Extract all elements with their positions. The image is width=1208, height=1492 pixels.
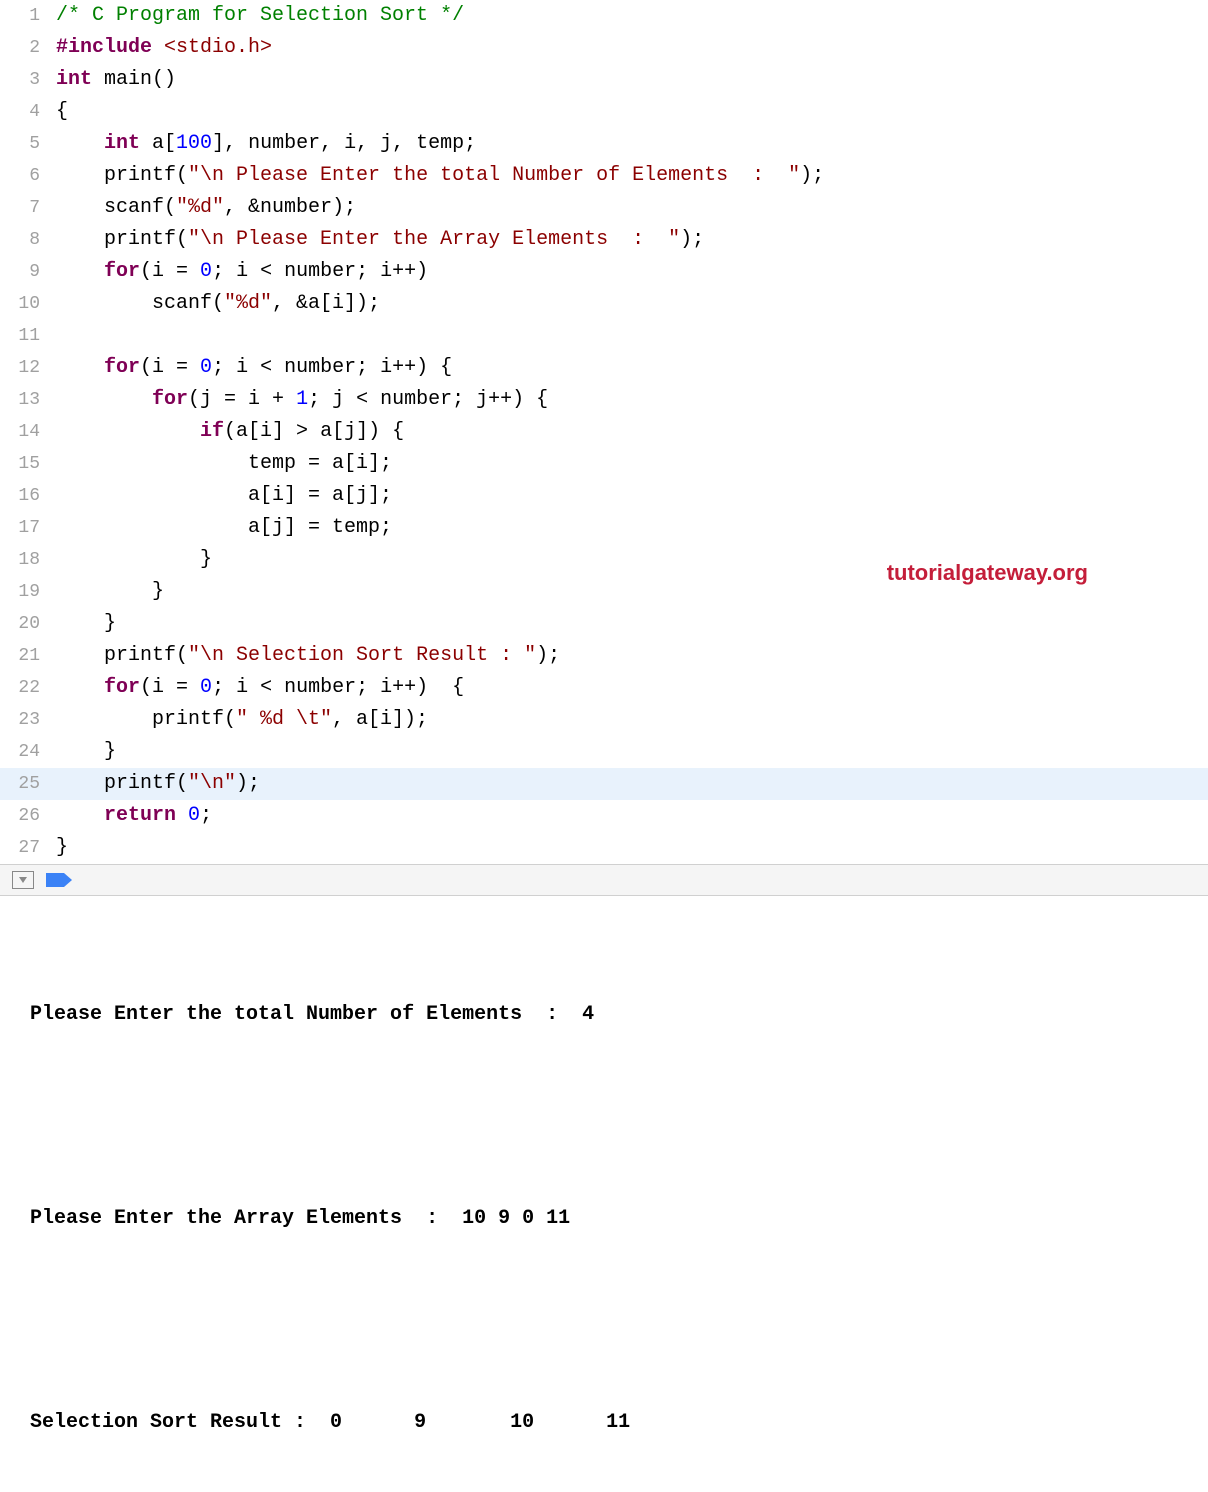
code-line[interactable]: 1/* C Program for Selection Sort */ (0, 0, 1208, 32)
code-line[interactable]: 4{ (0, 96, 1208, 128)
line-number: 13 (0, 384, 56, 416)
line-number: 7 (0, 192, 56, 224)
console-toolbar (0, 864, 1208, 896)
code-content: scanf("%d", &number); (56, 192, 1208, 224)
code-editor-wrapper: 1/* C Program for Selection Sort */2#inc… (0, 0, 1208, 864)
code-line[interactable]: 14 if(a[i] > a[j]) { (0, 416, 1208, 448)
line-number: 16 (0, 480, 56, 512)
code-content: } (56, 608, 1208, 640)
code-content: if(a[i] > a[j]) { (56, 416, 1208, 448)
line-number: 5 (0, 128, 56, 160)
code-line[interactable]: 5 int a[100], number, i, j, temp; (0, 128, 1208, 160)
line-number: 15 (0, 448, 56, 480)
code-line[interactable]: 25 printf("\n"); (0, 768, 1208, 800)
line-number: 18 (0, 544, 56, 576)
watermark-text: tutorialgateway.org (887, 560, 1088, 586)
code-content: printf("\n Please Enter the Array Elemen… (56, 224, 1208, 256)
console-line: Selection Sort Result : 0 9 10 11 (18, 1404, 1190, 1442)
code-line[interactable]: 11 (0, 320, 1208, 352)
line-number: 26 (0, 800, 56, 832)
code-line[interactable]: 22 for(i = 0; i < number; i++) { (0, 672, 1208, 704)
code-content: a[i] = a[j]; (56, 480, 1208, 512)
code-content: for(i = 0; i < number; i++) (56, 256, 1208, 288)
dropdown-icon[interactable] (12, 871, 34, 889)
code-line[interactable]: 13 for(j = i + 1; j < number; j++) { (0, 384, 1208, 416)
code-line[interactable]: 8 printf("\n Please Enter the Array Elem… (0, 224, 1208, 256)
code-line[interactable]: 23 printf(" %d \t", a[i]); (0, 704, 1208, 736)
code-line[interactable]: 10 scanf("%d", &a[i]); (0, 288, 1208, 320)
line-number: 17 (0, 512, 56, 544)
code-content: int main() (56, 64, 1208, 96)
line-number: 9 (0, 256, 56, 288)
line-number: 3 (0, 64, 56, 96)
line-number: 8 (0, 224, 56, 256)
code-content: printf(" %d \t", a[i]); (56, 704, 1208, 736)
code-line[interactable]: 27} (0, 832, 1208, 864)
code-editor[interactable]: 1/* C Program for Selection Sort */2#inc… (0, 0, 1208, 864)
line-number: 21 (0, 640, 56, 672)
code-line[interactable]: 26 return 0; (0, 800, 1208, 832)
line-number: 6 (0, 160, 56, 192)
line-number: 22 (0, 672, 56, 704)
code-line[interactable]: 6 printf("\n Please Enter the total Numb… (0, 160, 1208, 192)
code-line[interactable]: 24 } (0, 736, 1208, 768)
code-line[interactable]: 9 for(i = 0; i < number; i++) (0, 256, 1208, 288)
console-line: Please Enter the total Number of Element… (18, 996, 1190, 1034)
code-line[interactable]: 21 printf("\n Selection Sort Result : ")… (0, 640, 1208, 672)
code-content: a[j] = temp; (56, 512, 1208, 544)
code-line[interactable]: 15 temp = a[i]; (0, 448, 1208, 480)
code-line[interactable]: 2#include <stdio.h> (0, 32, 1208, 64)
code-content: return 0; (56, 800, 1208, 832)
line-number: 24 (0, 736, 56, 768)
console-output: Please Enter the total Number of Element… (0, 896, 1208, 1492)
line-number: 27 (0, 832, 56, 864)
code-line[interactable]: 12 for(i = 0; i < number; i++) { (0, 352, 1208, 384)
console-line: Please Enter the Array Elements : 10 9 0… (18, 1200, 1190, 1238)
code-content: } (56, 736, 1208, 768)
code-content: printf("\n Please Enter the total Number… (56, 160, 1208, 192)
line-number: 25 (0, 768, 56, 800)
code-content: temp = a[i]; (56, 448, 1208, 480)
line-number: 2 (0, 32, 56, 64)
line-number: 1 (0, 0, 56, 32)
code-content: printf("\n Selection Sort Result : "); (56, 640, 1208, 672)
line-number: 20 (0, 608, 56, 640)
code-content: } (56, 832, 1208, 864)
code-content: #include <stdio.h> (56, 32, 1208, 64)
code-line[interactable]: 20 } (0, 608, 1208, 640)
code-content: scanf("%d", &a[i]); (56, 288, 1208, 320)
code-line[interactable]: 17 a[j] = temp; (0, 512, 1208, 544)
code-content: /* C Program for Selection Sort */ (56, 0, 1208, 32)
line-number: 4 (0, 96, 56, 128)
code-content: for(i = 0; i < number; i++) { (56, 672, 1208, 704)
line-number: 12 (0, 352, 56, 384)
tag-icon[interactable] (46, 871, 72, 889)
line-number: 14 (0, 416, 56, 448)
code-line[interactable]: 7 scanf("%d", &number); (0, 192, 1208, 224)
code-content: int a[100], number, i, j, temp; (56, 128, 1208, 160)
code-line[interactable]: 3int main() (0, 64, 1208, 96)
code-line[interactable]: 16 a[i] = a[j]; (0, 480, 1208, 512)
line-number: 11 (0, 320, 56, 352)
code-content: for(j = i + 1; j < number; j++) { (56, 384, 1208, 416)
line-number: 19 (0, 576, 56, 608)
line-number: 23 (0, 704, 56, 736)
code-content: printf("\n"); (56, 768, 1208, 800)
code-content: { (56, 96, 1208, 128)
line-number: 10 (0, 288, 56, 320)
code-content: for(i = 0; i < number; i++) { (56, 352, 1208, 384)
